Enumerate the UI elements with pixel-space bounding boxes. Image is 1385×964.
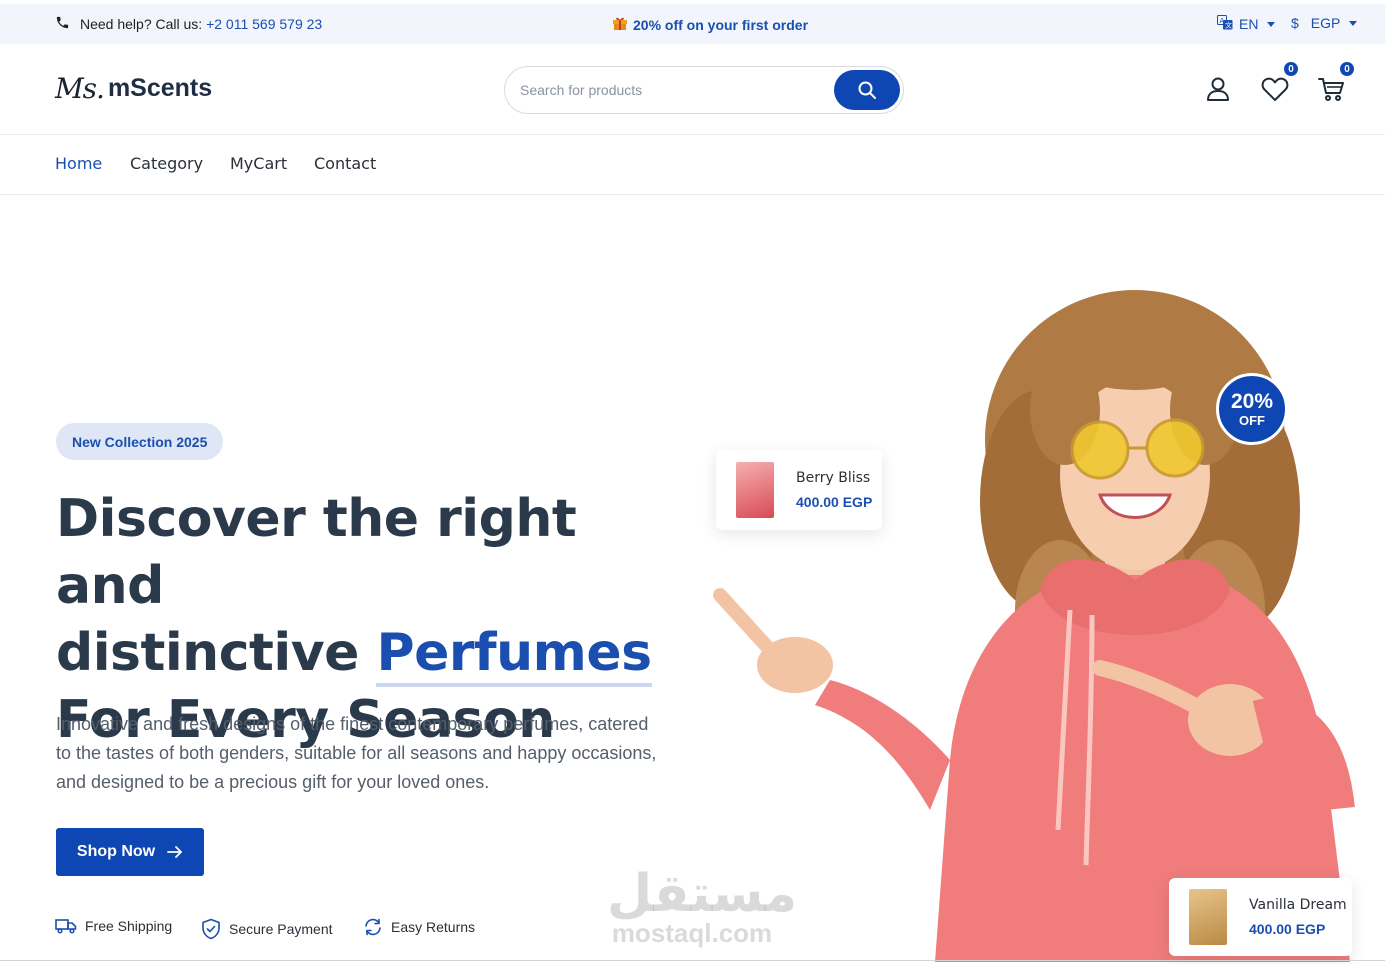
shop-now-label: Shop Now <box>76 843 156 860</box>
feature-label: Secure Payment <box>229 921 333 937</box>
main-header: Ms. mScents 0 0 <box>0 44 1385 135</box>
product-card-berry-bliss[interactable]: Berry Bliss 400.00 EGP <box>716 450 882 530</box>
feature-label: Free Shipping <box>85 918 173 934</box>
discount-label: OFF <box>1239 412 1265 428</box>
currency-selector[interactable]: $ EGP <box>1291 15 1358 31</box>
language-selector[interactable]: A文 EN <box>1217 15 1276 33</box>
refresh-icon <box>365 918 381 936</box>
logo-name: mScents <box>107 74 213 102</box>
shop-now-button[interactable]: Shop Now <box>56 828 204 876</box>
arrow-right-icon <box>167 846 183 858</box>
logo-script: Ms. <box>55 72 105 105</box>
heart-icon <box>1261 77 1289 101</box>
chevron-down-icon <box>1349 20 1358 26</box>
account-button[interactable] <box>1203 74 1233 104</box>
translate-icon: A文 <box>1217 15 1233 33</box>
product-price: 400.00 EGP <box>796 494 873 510</box>
promo-text: 20% off on your first order <box>633 16 809 33</box>
promo-banner: 20% off on your first order <box>612 15 808 34</box>
product-name: Berry Bliss <box>796 470 871 486</box>
cart-button[interactable]: 0 <box>1316 60 1356 104</box>
phone-icon <box>55 15 70 33</box>
discount-percent: 20% <box>1230 389 1274 413</box>
watermark-latin: mostaql.com <box>611 918 773 948</box>
feature-label: Easy Returns <box>391 919 476 935</box>
hero-title-line2: distinctive <box>56 623 377 683</box>
phone-number-link[interactable]: +2 011 569 579 23 <box>206 16 322 32</box>
logo[interactable]: Ms. mScents <box>55 72 212 105</box>
help-contact: Need help? Call us: +2 011 569 579 23 <box>55 15 322 33</box>
product-thumbnail <box>1189 889 1227 945</box>
feature-free-shipping: Free Shipping <box>55 918 172 934</box>
search-button[interactable] <box>834 70 900 110</box>
search-bar <box>504 66 904 114</box>
shield-check-icon <box>202 918 220 940</box>
product-name: Vanilla Dream <box>1249 897 1347 913</box>
nav-mycart[interactable]: MyCart <box>230 154 287 173</box>
chevron-down-icon <box>1267 21 1276 27</box>
top-bar: Need help? Call us: +2 011 569 579 23 20… <box>0 4 1385 44</box>
search-input[interactable] <box>520 68 830 112</box>
help-label: Need help? Call us: <box>80 16 203 32</box>
bottom-divider <box>0 960 1385 961</box>
hero-title-line1: Discover the right and <box>56 489 577 616</box>
watermark-arabic: مستقل <box>607 864 798 924</box>
nav-home[interactable]: Home <box>55 154 102 173</box>
new-collection-badge: New Collection 2025 <box>56 423 224 460</box>
hero-description: Innovative and fresh designs of the fine… <box>56 714 657 792</box>
language-value: EN <box>1239 16 1259 32</box>
wishlist-count-badge: 0 <box>1282 60 1300 78</box>
nav-category[interactable]: Category <box>130 154 203 173</box>
dollar-icon: $ <box>1291 15 1299 31</box>
truck-icon <box>55 919 77 934</box>
product-price: 400.00 EGP <box>1249 921 1326 937</box>
search-icon <box>858 81 876 99</box>
cart-icon <box>1318 78 1344 101</box>
watermark: مستقل mostaql.com <box>607 864 798 948</box>
wishlist-button[interactable]: 0 <box>1260 60 1300 104</box>
gift-icon <box>612 15 628 34</box>
hero-title-accent: Perfumes <box>376 623 652 687</box>
discount-badge: 20% OFF <box>1216 373 1288 445</box>
currency-value: EGP <box>1310 15 1341 31</box>
feature-secure-payment: Secure Payment <box>201 918 333 940</box>
user-icon <box>1207 77 1229 101</box>
svg-text:文: 文 <box>1225 21 1232 30</box>
cart-count-badge: 0 <box>1338 60 1356 78</box>
main-nav: Home Category MyCart Contact <box>0 135 1385 195</box>
feature-easy-returns: Easy Returns <box>363 918 475 936</box>
product-thumbnail <box>736 462 774 518</box>
product-card-vanilla-dream[interactable]: Vanilla Dream 400.00 EGP <box>1169 878 1352 956</box>
nav-contact[interactable]: Contact <box>314 154 376 173</box>
